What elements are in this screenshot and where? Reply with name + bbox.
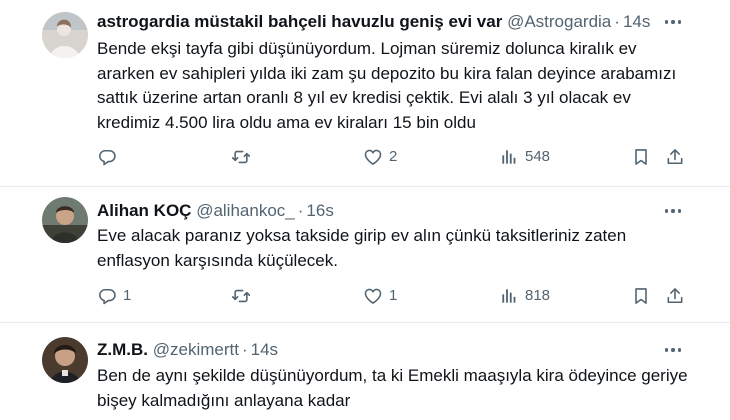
heart-icon [364, 288, 382, 304]
more-icon[interactable] [662, 201, 684, 221]
reply-count: 1 [123, 287, 132, 304]
like-button[interactable]: 2 [363, 146, 397, 168]
like-button[interactable]: 1 [363, 285, 397, 307]
tweet-text: Bende ekşi tayfa gibi düşünüyordum. Lojm… [97, 39, 677, 132]
separator-dot: · [297, 201, 304, 220]
avatar[interactable] [42, 337, 88, 383]
retweet-button[interactable] [231, 146, 257, 168]
reply-button[interactable] [97, 146, 123, 168]
timestamp[interactable]: 16s [306, 201, 333, 220]
views-icon [502, 150, 516, 164]
share-button[interactable] [665, 285, 685, 307]
tweet-1[interactable]: astrogardia müstakil bahçeli havuzlu gen… [0, 0, 730, 186]
retweet-icon [231, 289, 251, 303]
action-bar: 1 1 818 [97, 285, 695, 307]
tweet-2[interactable]: Alihan KOÇ @alihankoc_ · 16s Eve alacak pa… [0, 187, 730, 322]
more-icon[interactable] [662, 12, 684, 32]
views-count: 548 [525, 148, 551, 165]
heart-icon [364, 149, 382, 165]
user-handle[interactable]: @zekimertt [153, 340, 239, 359]
avatar[interactable] [42, 197, 88, 243]
user-handle[interactable]: @alihankoc_ [196, 201, 295, 220]
display-name[interactable]: astrogardia müstakil bahçeli havuzlu gen… [97, 12, 502, 31]
action-bar: 2 548 [97, 146, 695, 168]
bookmark-button[interactable] [631, 146, 651, 168]
more-icon[interactable] [662, 340, 684, 360]
display-name[interactable]: Alihan KOÇ [97, 201, 191, 220]
user-handle[interactable]: @Astrogardia [507, 12, 611, 31]
share-button[interactable] [665, 146, 685, 168]
tweet-header: Alihan KOÇ @alihankoc_ · 16s [97, 201, 334, 221]
tweet-header: astrogardia müstakil bahçeli havuzlu gen… [97, 12, 650, 32]
reply-button[interactable]: 1 [97, 285, 131, 307]
tweet-text: Eve alacak paranız yoksa takside girip e… [97, 226, 627, 270]
bookmark-icon [635, 288, 647, 304]
bookmark-icon [635, 149, 647, 165]
like-count: 2 [389, 148, 398, 165]
tweet-header: Z.M.B. @zekimertt · 14s [97, 340, 278, 360]
views-button[interactable]: 548 [499, 146, 550, 168]
views-button[interactable]: 818 [499, 285, 550, 307]
timestamp[interactable]: 14s [251, 340, 278, 359]
like-count: 1 [389, 287, 398, 304]
separator-dot: · [614, 12, 620, 31]
tweet-text: Ben de aynı şekilde düşünüyordum, ta ki … [97, 366, 688, 410]
separator-dot: · [241, 340, 248, 359]
retweet-button[interactable] [231, 285, 257, 307]
share-icon [667, 288, 683, 304]
tweet-3[interactable]: Z.M.B. @zekimertt · 14s Ben de aynı şekild… [0, 323, 730, 420]
retweet-icon [231, 150, 251, 164]
display-name[interactable]: Z.M.B. [97, 340, 148, 359]
bookmark-button[interactable] [631, 285, 651, 307]
timestamp[interactable]: 14s [623, 12, 650, 31]
reply-icon [99, 149, 116, 166]
views-count: 818 [525, 287, 551, 304]
reply-icon [99, 288, 116, 305]
avatar[interactable] [42, 12, 88, 58]
views-icon [502, 289, 516, 303]
share-icon [667, 149, 683, 165]
